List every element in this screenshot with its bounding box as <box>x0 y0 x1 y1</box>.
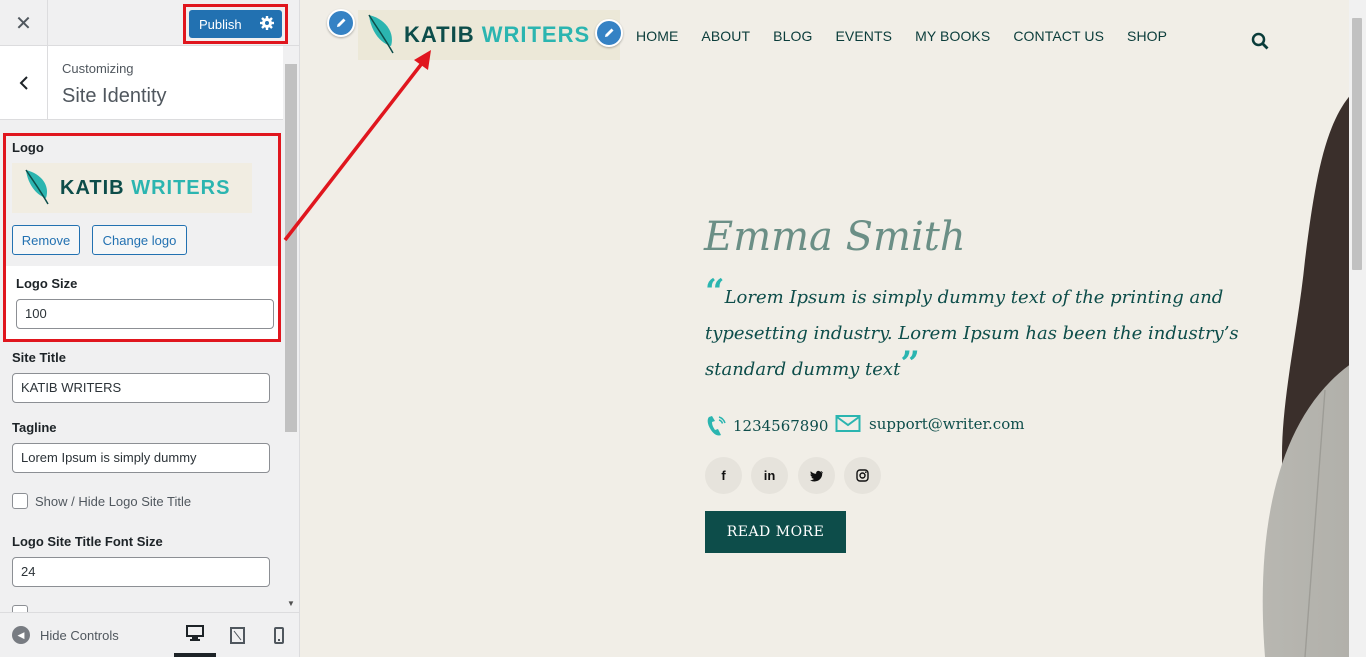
logo-control-highlight <box>3 133 281 342</box>
facebook-link[interactable]: f <box>705 457 742 494</box>
nav-item-blog[interactable]: BLOG <box>773 28 812 44</box>
preview-scrollbar[interactable] <box>1349 0 1366 657</box>
tablet-icon <box>229 626 245 644</box>
hero-quote-text: Lorem Ipsum is simply dummy text of the … <box>705 287 1239 380</box>
section-header: Customizing Site Identity <box>0 46 283 120</box>
customizer-header: ✕ Publish <box>0 0 299 46</box>
nav-item-contact-us[interactable]: CONTACT US <box>1013 28 1104 44</box>
phone-icon <box>707 416 726 436</box>
font-size-input[interactable]: 24 <box>12 557 270 587</box>
gear-icon[interactable] <box>259 15 275 31</box>
site-logo-text: KATIB WRITERS <box>404 22 591 47</box>
chevron-left-icon <box>19 75 28 90</box>
twitter-icon <box>809 470 823 481</box>
tagline-label: Tagline <box>12 420 57 435</box>
customizer-footer: ◀ Hide Controls <box>0 612 299 657</box>
hide-controls-label: Hide Controls <box>40 627 119 643</box>
site-title-input[interactable]: KATIB WRITERS <box>12 373 270 403</box>
primary-nav: HOME ABOUT BLOG EVENTS MY BOOKS CONTACT … <box>636 28 1190 44</box>
font-size-label: Logo Site Title Font Size <box>12 534 163 549</box>
nav-item-my-books[interactable]: MY BOOKS <box>915 28 990 44</box>
publish-button[interactable]: Publish <box>189 10 282 38</box>
open-quote-icon: “ <box>705 272 725 312</box>
scroll-down-arrow-icon[interactable]: ▼ <box>287 599 295 608</box>
mail-icon <box>835 415 861 432</box>
show-hide-label: Show / Hide Logo Site Title <box>35 494 192 509</box>
nav-item-about[interactable]: ABOUT <box>701 28 750 44</box>
tagline-input[interactable]: Lorem Ipsum is simply dummy <box>12 443 270 473</box>
feather-icon <box>368 14 394 54</box>
close-quote-icon: ” <box>900 344 920 384</box>
site-preview: Emma Smith “Lorem Ipsum is simply dummy … <box>300 0 1349 657</box>
search-icon[interactable] <box>1251 32 1269 50</box>
linkedin-link[interactable]: in <box>751 457 788 494</box>
back-button[interactable] <box>0 46 48 119</box>
contact-email[interactable]: support@writer.com <box>835 414 1024 434</box>
customizer-sidebar: ✕ Publish Customizing Site Identity ▼ Lo… <box>0 0 300 657</box>
sidebar-scrollbar[interactable]: ▼ <box>284 46 298 611</box>
instagram-icon <box>856 469 869 482</box>
nav-item-events[interactable]: EVENTS <box>835 28 892 44</box>
hide-controls-button[interactable]: ◀ Hide Controls <box>12 626 119 644</box>
linkedin-icon: in <box>763 468 776 483</box>
desktop-icon <box>186 625 204 641</box>
collapse-icon: ◀ <box>12 626 30 644</box>
close-customizer-button[interactable]: ✕ <box>0 0 48 46</box>
hero-name: Emma Smith <box>704 214 966 260</box>
site-logo[interactable]: KATIB WRITERS <box>358 10 620 60</box>
edit-menu-shortcut[interactable] <box>595 19 623 47</box>
edit-logo-shortcut[interactable] <box>327 9 355 37</box>
show-hide-checkbox[interactable] <box>12 493 28 509</box>
phone-number: 1234567890 <box>733 417 829 435</box>
twitter-link[interactable] <box>798 457 835 494</box>
section-title: Site Identity <box>62 85 167 107</box>
pencil-icon <box>605 28 614 37</box>
preview-mobile-button[interactable] <box>258 613 300 657</box>
close-icon: ✕ <box>15 12 32 35</box>
contact-phone[interactable]: 1234567890 <box>705 414 828 438</box>
publish-highlight: Publish <box>183 4 288 44</box>
nav-item-shop[interactable]: SHOP <box>1127 28 1167 44</box>
preview-tablet-button[interactable] <box>216 613 258 657</box>
read-more-button[interactable]: READ MORE <box>705 511 846 553</box>
mobile-icon <box>274 626 284 644</box>
site-title-label: Site Title <box>12 350 66 365</box>
email-address: support@writer.com <box>869 415 1025 433</box>
hero-quote: “Lorem Ipsum is simply dummy text of the… <box>705 275 1325 388</box>
sidebar-scroll-thumb[interactable] <box>285 64 297 432</box>
customizing-label: Customizing <box>62 61 134 76</box>
preview-scroll-thumb[interactable] <box>1352 18 1362 270</box>
preview-desktop-button[interactable] <box>174 613 216 657</box>
facebook-icon: f <box>721 468 726 483</box>
pencil-icon <box>337 18 346 27</box>
partial-checkbox[interactable] <box>12 605 28 612</box>
instagram-link[interactable] <box>844 457 881 494</box>
publish-label: Publish <box>199 16 242 32</box>
nav-item-home[interactable]: HOME <box>636 28 678 44</box>
